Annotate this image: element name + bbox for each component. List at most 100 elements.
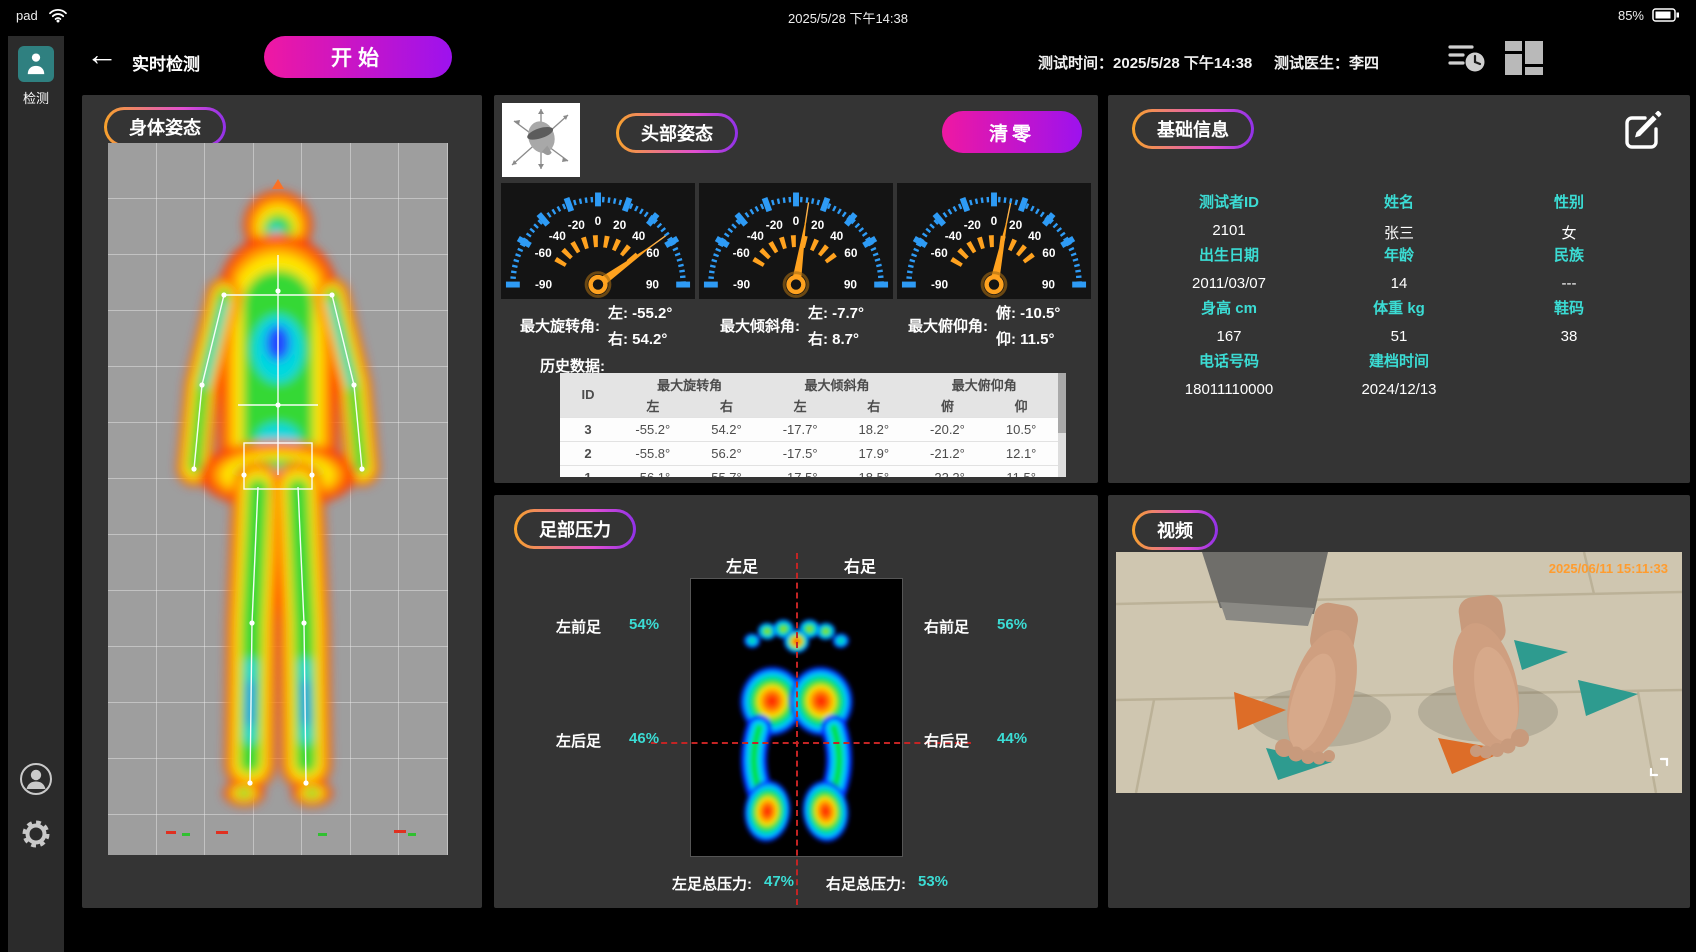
info-field: 体重 kg51: [1314, 297, 1484, 350]
history-cell: 11.5°: [984, 465, 1058, 477]
crosshair-horizontal: [651, 742, 971, 744]
info-field-value: 38: [1484, 328, 1654, 345]
stat-max-rotation: 最大旋转角: 左: -55.2°右: 54.2°: [520, 301, 672, 353]
gauge-dial: -90-60-40-20020406090: [501, 183, 695, 299]
status-bar: pad 2025/5/28 下午14:38 85%: [0, 0, 1696, 32]
history-cell: 17.9°: [837, 441, 911, 465]
col-group-pitch: 最大俯仰角: [911, 373, 1058, 395]
table-scrollbar[interactable]: [1058, 373, 1066, 477]
svg-text:-90: -90: [535, 278, 553, 292]
history-cell: -17.5°: [763, 465, 837, 477]
svg-text:0: 0: [793, 214, 800, 228]
edit-icon[interactable]: [1620, 109, 1664, 156]
info-field: 电话号码18011110000: [1144, 350, 1314, 403]
clear-button[interactable]: 清零: [942, 111, 1082, 153]
history-cell: -20.2°: [911, 417, 985, 441]
info-field-value: 18011110000: [1144, 381, 1314, 398]
video-timestamp: 2025/06/11 15:11:33: [1549, 561, 1668, 576]
foot-pressure-panel: 足部压力 左足 右足: [494, 495, 1098, 908]
sidebar-item-detect-label: 检测: [8, 88, 64, 107]
history-cell: 12.1°: [984, 441, 1058, 465]
svg-text:-40: -40: [747, 229, 765, 243]
right-foot-title: 右足: [830, 553, 890, 577]
start-button[interactable]: 开始: [264, 36, 452, 78]
history-cell: 54.2°: [690, 417, 764, 441]
info-field-label: 建档时间: [1314, 350, 1484, 371]
info-field-value: 张三: [1314, 222, 1484, 243]
total-right-pressure: 右足总压力:53%: [826, 873, 948, 894]
svg-text:60: 60: [844, 246, 858, 260]
info-field: 测试者ID2101: [1144, 191, 1314, 244]
svg-text:40: 40: [830, 229, 844, 243]
svg-text:-40: -40: [945, 229, 963, 243]
svg-text:60: 60: [1042, 246, 1056, 260]
svg-text:90: 90: [1042, 278, 1056, 292]
svg-text:20: 20: [811, 218, 825, 232]
svg-text:-40: -40: [549, 229, 567, 243]
test-time: 测试时间：2025/5/28 下午14:38: [1038, 52, 1252, 73]
gauge-rotation: -90-60-40-20020406090: [501, 183, 695, 299]
subcol-header: 左: [616, 395, 690, 417]
info-field-value: 2011/03/07: [1144, 275, 1314, 292]
history-row[interactable]: 3-55.2°54.2°-17.7°18.2°-20.2°10.5°: [560, 417, 1058, 441]
history-cell: -56.1°: [616, 465, 690, 477]
settings-gear-icon[interactable]: [19, 817, 53, 856]
info-field-value: 167: [1144, 328, 1314, 345]
layout-dashboard-icon[interactable]: [1504, 40, 1544, 81]
video-feed[interactable]: 2025/06/11 15:11:33: [1116, 552, 1682, 793]
history-cell: -55.8°: [616, 441, 690, 465]
info-field-value: 2101: [1144, 222, 1314, 239]
info-field: 鞋码38: [1484, 297, 1654, 350]
history-row[interactable]: 1-56.1°55.7°-17.5°18.5°-22.2°11.5°: [560, 465, 1058, 477]
fullscreen-icon[interactable]: [1648, 756, 1670, 783]
info-field: 年龄14: [1314, 244, 1484, 297]
subcol-header: 仰: [984, 395, 1058, 417]
metric-left-rearfoot: 左后足46%: [556, 730, 659, 751]
svg-text:90: 90: [646, 278, 660, 292]
svg-text:20: 20: [1009, 218, 1023, 232]
svg-text:-60: -60: [733, 246, 751, 260]
history-row[interactable]: 2-55.8°56.2°-17.5°17.9°-21.2°12.1°: [560, 441, 1058, 465]
history-row-id: 2: [560, 441, 616, 465]
head-posture-panel: 头部姿态 清零 -90-60-40-20020406090 -90-60-40-…: [494, 95, 1098, 483]
info-field: 建档时间2024/12/13: [1314, 350, 1484, 403]
svg-text:-20: -20: [766, 218, 784, 232]
stat-max-tilt: 最大倾斜角: 左: -7.7°右: 8.7°: [720, 301, 864, 353]
battery-percent: 85%: [1618, 8, 1644, 23]
metric-right-rearfoot: 右后足44%: [924, 730, 1027, 751]
video-pill: 视频: [1132, 510, 1218, 550]
profile-icon[interactable]: [19, 762, 53, 801]
status-clock: 2025/5/28 下午14:38: [0, 8, 1696, 27]
test-doctor: 测试医生：李四: [1274, 52, 1379, 73]
info-field-label: 身高 cm: [1144, 297, 1314, 318]
svg-text:-20: -20: [568, 218, 586, 232]
history-cell: 55.7°: [690, 465, 764, 477]
back-button[interactable]: ←: [86, 38, 118, 70]
history-cell: -17.5°: [763, 441, 837, 465]
svg-text:-60: -60: [931, 246, 949, 260]
participant-info-grid: 测试者ID2101姓名张三性别女出生日期2011/03/07年龄14民族---身…: [1144, 191, 1654, 403]
video-panel: 视频: [1108, 495, 1690, 908]
sidebar-item-detect[interactable]: [18, 46, 54, 82]
subcol-header: 右: [690, 395, 764, 417]
basic-info-pill: 基础信息: [1132, 109, 1254, 149]
info-field-value: 女: [1484, 222, 1654, 243]
history-cell: -55.2°: [616, 417, 690, 441]
history-table[interactable]: ID 最大旋转角 最大倾斜角 最大俯仰角 左右左右俯仰 3-55.2°54.2°…: [560, 373, 1066, 477]
head-posture-pill: 头部姿态: [616, 113, 738, 153]
svg-text:-60: -60: [535, 246, 553, 260]
info-field-value: 51: [1314, 328, 1484, 345]
info-field: 民族---: [1484, 244, 1654, 297]
svg-text:-90: -90: [733, 278, 751, 292]
info-field-label: 出生日期: [1144, 244, 1314, 265]
history-cell: -22.2°: [911, 465, 985, 477]
page-title: 实时检测: [132, 50, 200, 75]
col-id: ID: [560, 373, 616, 417]
history-record-icon[interactable]: [1448, 42, 1486, 79]
stat-max-pitch: 最大俯仰角: 俯: -10.5°仰: 11.5°: [908, 301, 1060, 353]
info-field-label: 民族: [1484, 244, 1654, 265]
info-field: 身高 cm 167: [1144, 297, 1314, 350]
total-left-pressure: 左足总压力:47%: [672, 873, 794, 894]
sidebar: 检测: [8, 36, 64, 952]
history-row-id: 3: [560, 417, 616, 441]
